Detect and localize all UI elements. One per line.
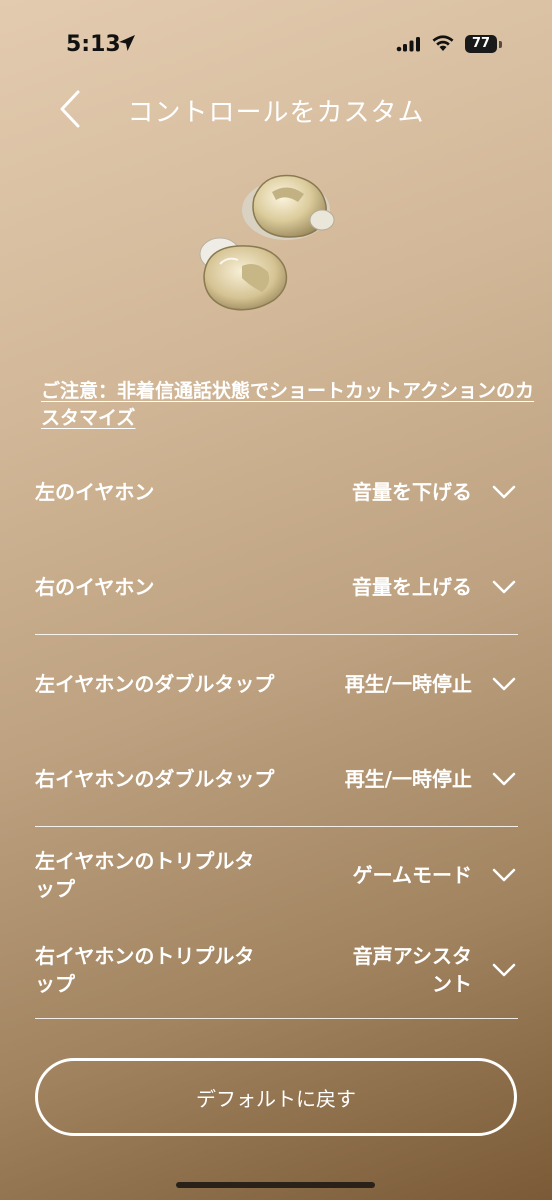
setting-value: 音量を下げる xyxy=(352,480,472,504)
chevron-down-icon xyxy=(492,580,516,594)
setting-label: 右のイヤホン xyxy=(35,575,155,599)
home-indicator[interactable] xyxy=(176,1182,375,1188)
setting-label: 左イヤホンのトリプルタップ xyxy=(35,849,255,901)
setting-row-right-earbud[interactable]: 右のイヤホン 音量を上げる xyxy=(35,571,518,603)
setting-label: 左のイヤホン xyxy=(35,480,155,504)
divider xyxy=(35,826,518,827)
battery-level: 77 xyxy=(465,35,497,53)
setting-value: 再生/一時停止 xyxy=(344,672,472,696)
setting-label: 右イヤホンのダブルタップ xyxy=(35,767,275,791)
setting-value: ゲームモード xyxy=(352,863,472,887)
location-arrow-icon xyxy=(119,35,135,51)
divider xyxy=(35,634,518,635)
wifi-icon xyxy=(432,35,454,51)
setting-value: 音量を上げる xyxy=(352,575,472,599)
nav-header: コントロールをカスタム xyxy=(0,80,552,136)
divider xyxy=(35,1018,518,1019)
chevron-down-icon xyxy=(492,677,516,691)
setting-row-right-triple-tap[interactable]: 右イヤホンのトリプルタップ 音声アシスタント xyxy=(35,941,518,999)
setting-label: 右イヤホンのトリプルタップ xyxy=(35,944,255,996)
setting-row-left-double-tap[interactable]: 左イヤホンのダブルタップ 再生/一時停止 xyxy=(35,668,518,700)
page-title: コントロールをカスタム xyxy=(127,98,425,128)
setting-row-left-earbud[interactable]: 左のイヤホン 音量を下げる xyxy=(35,476,518,508)
cellular-signal-icon xyxy=(396,37,420,52)
reset-default-button[interactable]: デフォルトに戻す xyxy=(35,1058,517,1136)
notice-link[interactable]: ご注意：非着信通話状態でショートカットアクションのカスタマイズ xyxy=(41,378,541,432)
status-bar: 5:13 77 xyxy=(0,0,552,90)
setting-row-right-double-tap[interactable]: 右イヤホンのダブルタップ 再生/一時停止 xyxy=(35,763,518,795)
setting-value: 音声アシスタント xyxy=(352,944,472,996)
earbuds-image xyxy=(199,174,335,311)
chevron-down-icon xyxy=(492,772,516,786)
setting-label: 左イヤホンのダブルタップ xyxy=(35,672,275,696)
chevron-down-icon xyxy=(492,963,516,977)
chevron-down-icon xyxy=(492,868,516,882)
battery-cap xyxy=(499,41,502,48)
status-time: 5:13 xyxy=(66,32,121,57)
setting-value: 再生/一時停止 xyxy=(344,767,472,791)
chevron-down-icon xyxy=(492,485,516,499)
setting-row-left-triple-tap[interactable]: 左イヤホンのトリプルタップ ゲームモード xyxy=(35,846,518,904)
